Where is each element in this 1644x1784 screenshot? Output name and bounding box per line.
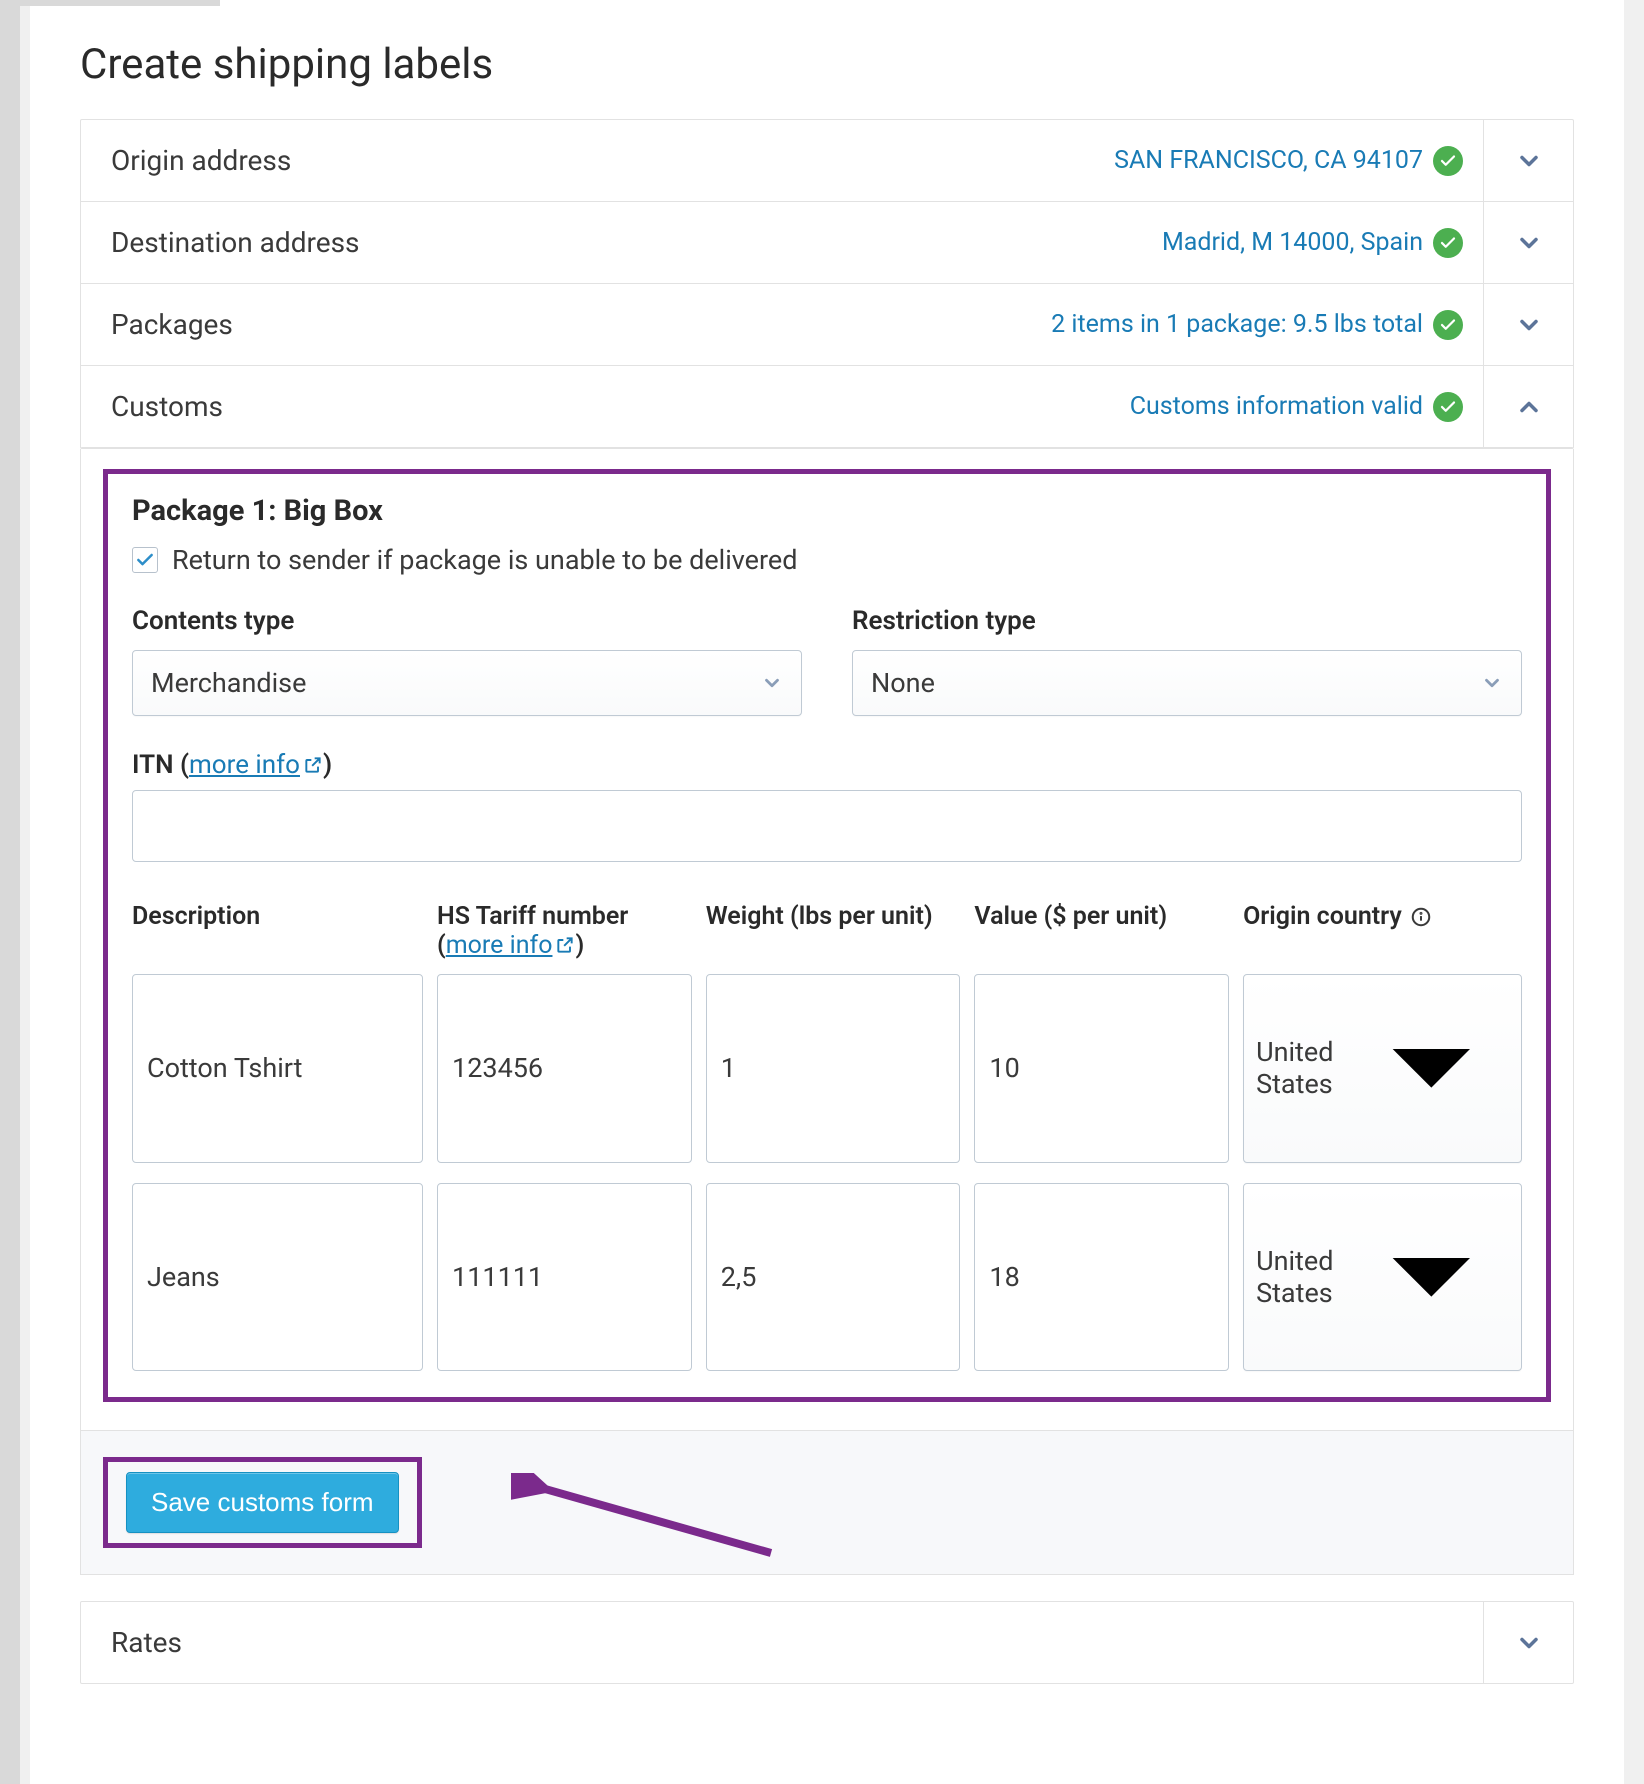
item-origin-country-select[interactable]: United States [1243,1183,1522,1372]
item-hs-tariff-input[interactable] [437,1183,692,1372]
check-icon [1433,228,1463,258]
chevron-down-icon [1515,1629,1543,1657]
gutter-top [20,0,220,6]
contents-type-label: Contents type [132,606,802,636]
item-origin-country-select[interactable]: United States [1243,974,1522,1163]
chevron-down-icon [1354,1200,1509,1355]
section-rates: Rates [80,1601,1574,1684]
expand-toggle[interactable] [1483,284,1573,365]
restriction-type-value: None [871,667,935,699]
section-label: Customs [111,390,1130,423]
item-value-input[interactable] [974,974,1229,1163]
itn-label-prefix: ITN ( [132,750,189,780]
return-to-sender-label: Return to sender if package is unable to… [172,544,797,576]
restriction-type-select[interactable]: None [852,650,1522,716]
check-icon [1433,392,1463,422]
accordion-group: Origin address SAN FRANCISCO, CA 94107 D… [80,119,1574,449]
col-hs-tariff: HS Tariff number (more info) [437,902,692,960]
chevron-down-icon [1515,311,1543,339]
hs-tariff-suffix: ) [575,931,584,960]
section-summary: 2 items in 1 package: 9.5 lbs total [1051,310,1423,339]
items-table-header: Description HS Tariff number (more info)… [132,902,1522,960]
itn-field: ITN (more info) [132,750,1522,862]
table-row: United States [132,974,1522,1163]
section-summary: Customs information valid [1130,392,1423,421]
origin-country-value: United States [1256,1036,1354,1100]
section-rates-row[interactable]: Rates [81,1602,1573,1683]
section-origin-address[interactable]: Origin address SAN FRANCISCO, CA 94107 [81,120,1573,202]
external-link-icon [555,935,575,955]
customs-panel: Package 1: Big Box Return to sender if p… [80,449,1574,1431]
col-description: Description [132,902,423,931]
restriction-type-field: Restriction type None [852,606,1522,716]
chevron-down-icon [1515,229,1543,257]
package-title: Package 1: Big Box [132,494,1522,528]
section-label: Origin address [111,144,1114,177]
info-icon [1410,906,1432,928]
return-to-sender-checkbox[interactable] [132,547,158,573]
customs-footer: Save customs form [80,1431,1574,1575]
expand-toggle[interactable] [1483,202,1573,283]
arrow-annotation [511,1473,781,1567]
item-description-input[interactable] [132,1183,423,1372]
contents-type-value: Merchandise [151,667,306,699]
check-icon [1433,146,1463,176]
section-packages[interactable]: Packages 2 items in 1 package: 9.5 lbs t… [81,284,1573,366]
section-destination-address[interactable]: Destination address Madrid, M 14000, Spa… [81,202,1573,284]
item-weight-input[interactable] [706,1183,961,1372]
section-label: Rates [111,1626,1463,1659]
chevron-down-icon [1354,991,1509,1146]
chevron-down-icon [1515,147,1543,175]
app-wrapper: Create shipping labels Origin address SA… [30,0,1624,1784]
chevron-up-icon [1515,393,1543,421]
origin-country-text: Origin country [1243,902,1402,931]
col-origin-country: Origin country [1243,902,1522,931]
gutter-left [0,0,20,1784]
col-value: Value ($ per unit) [974,902,1229,931]
link-text: more info [446,931,553,960]
col-weight: Weight (lbs per unit) [706,902,961,931]
item-weight-input[interactable] [706,974,961,1163]
return-to-sender-row: Return to sender if package is unable to… [132,544,1522,576]
itn-input[interactable] [132,790,1522,862]
restriction-type-label: Restriction type [852,606,1522,636]
link-text: more info [189,750,300,780]
collapse-toggle[interactable] [1483,366,1573,447]
item-hs-tariff-input[interactable] [437,974,692,1163]
contents-type-select[interactable]: Merchandise [132,650,802,716]
item-description-input[interactable] [132,974,423,1163]
hs-tariff-more-info-link[interactable]: more info [446,931,576,960]
contents-type-field: Contents type Merchandise [132,606,802,716]
item-value-input[interactable] [974,1183,1229,1372]
section-label: Packages [111,308,1051,341]
highlight-annotation: Save customs form [103,1457,422,1548]
section-summary: SAN FRANCISCO, CA 94107 [1114,146,1423,175]
section-customs[interactable]: Customs Customs information valid [81,366,1573,448]
chevron-down-icon [761,672,783,694]
origin-country-value: United States [1256,1245,1354,1309]
check-icon [1433,310,1463,340]
expand-toggle[interactable] [1483,1602,1573,1683]
itn-more-info-link[interactable]: more info [189,750,323,780]
page-title: Create shipping labels [80,40,1574,89]
chevron-down-icon [1481,672,1503,694]
itn-label: ITN (more info) [132,750,1522,780]
section-summary: Madrid, M 14000, Spain [1162,228,1423,257]
highlight-annotation: Package 1: Big Box Return to sender if p… [103,469,1551,1402]
expand-toggle[interactable] [1483,120,1573,201]
external-link-icon [303,755,323,775]
table-row: United States [132,1183,1522,1372]
save-customs-button[interactable]: Save customs form [126,1472,399,1533]
section-label: Destination address [111,226,1162,259]
itn-label-suffix: ) [323,750,332,780]
